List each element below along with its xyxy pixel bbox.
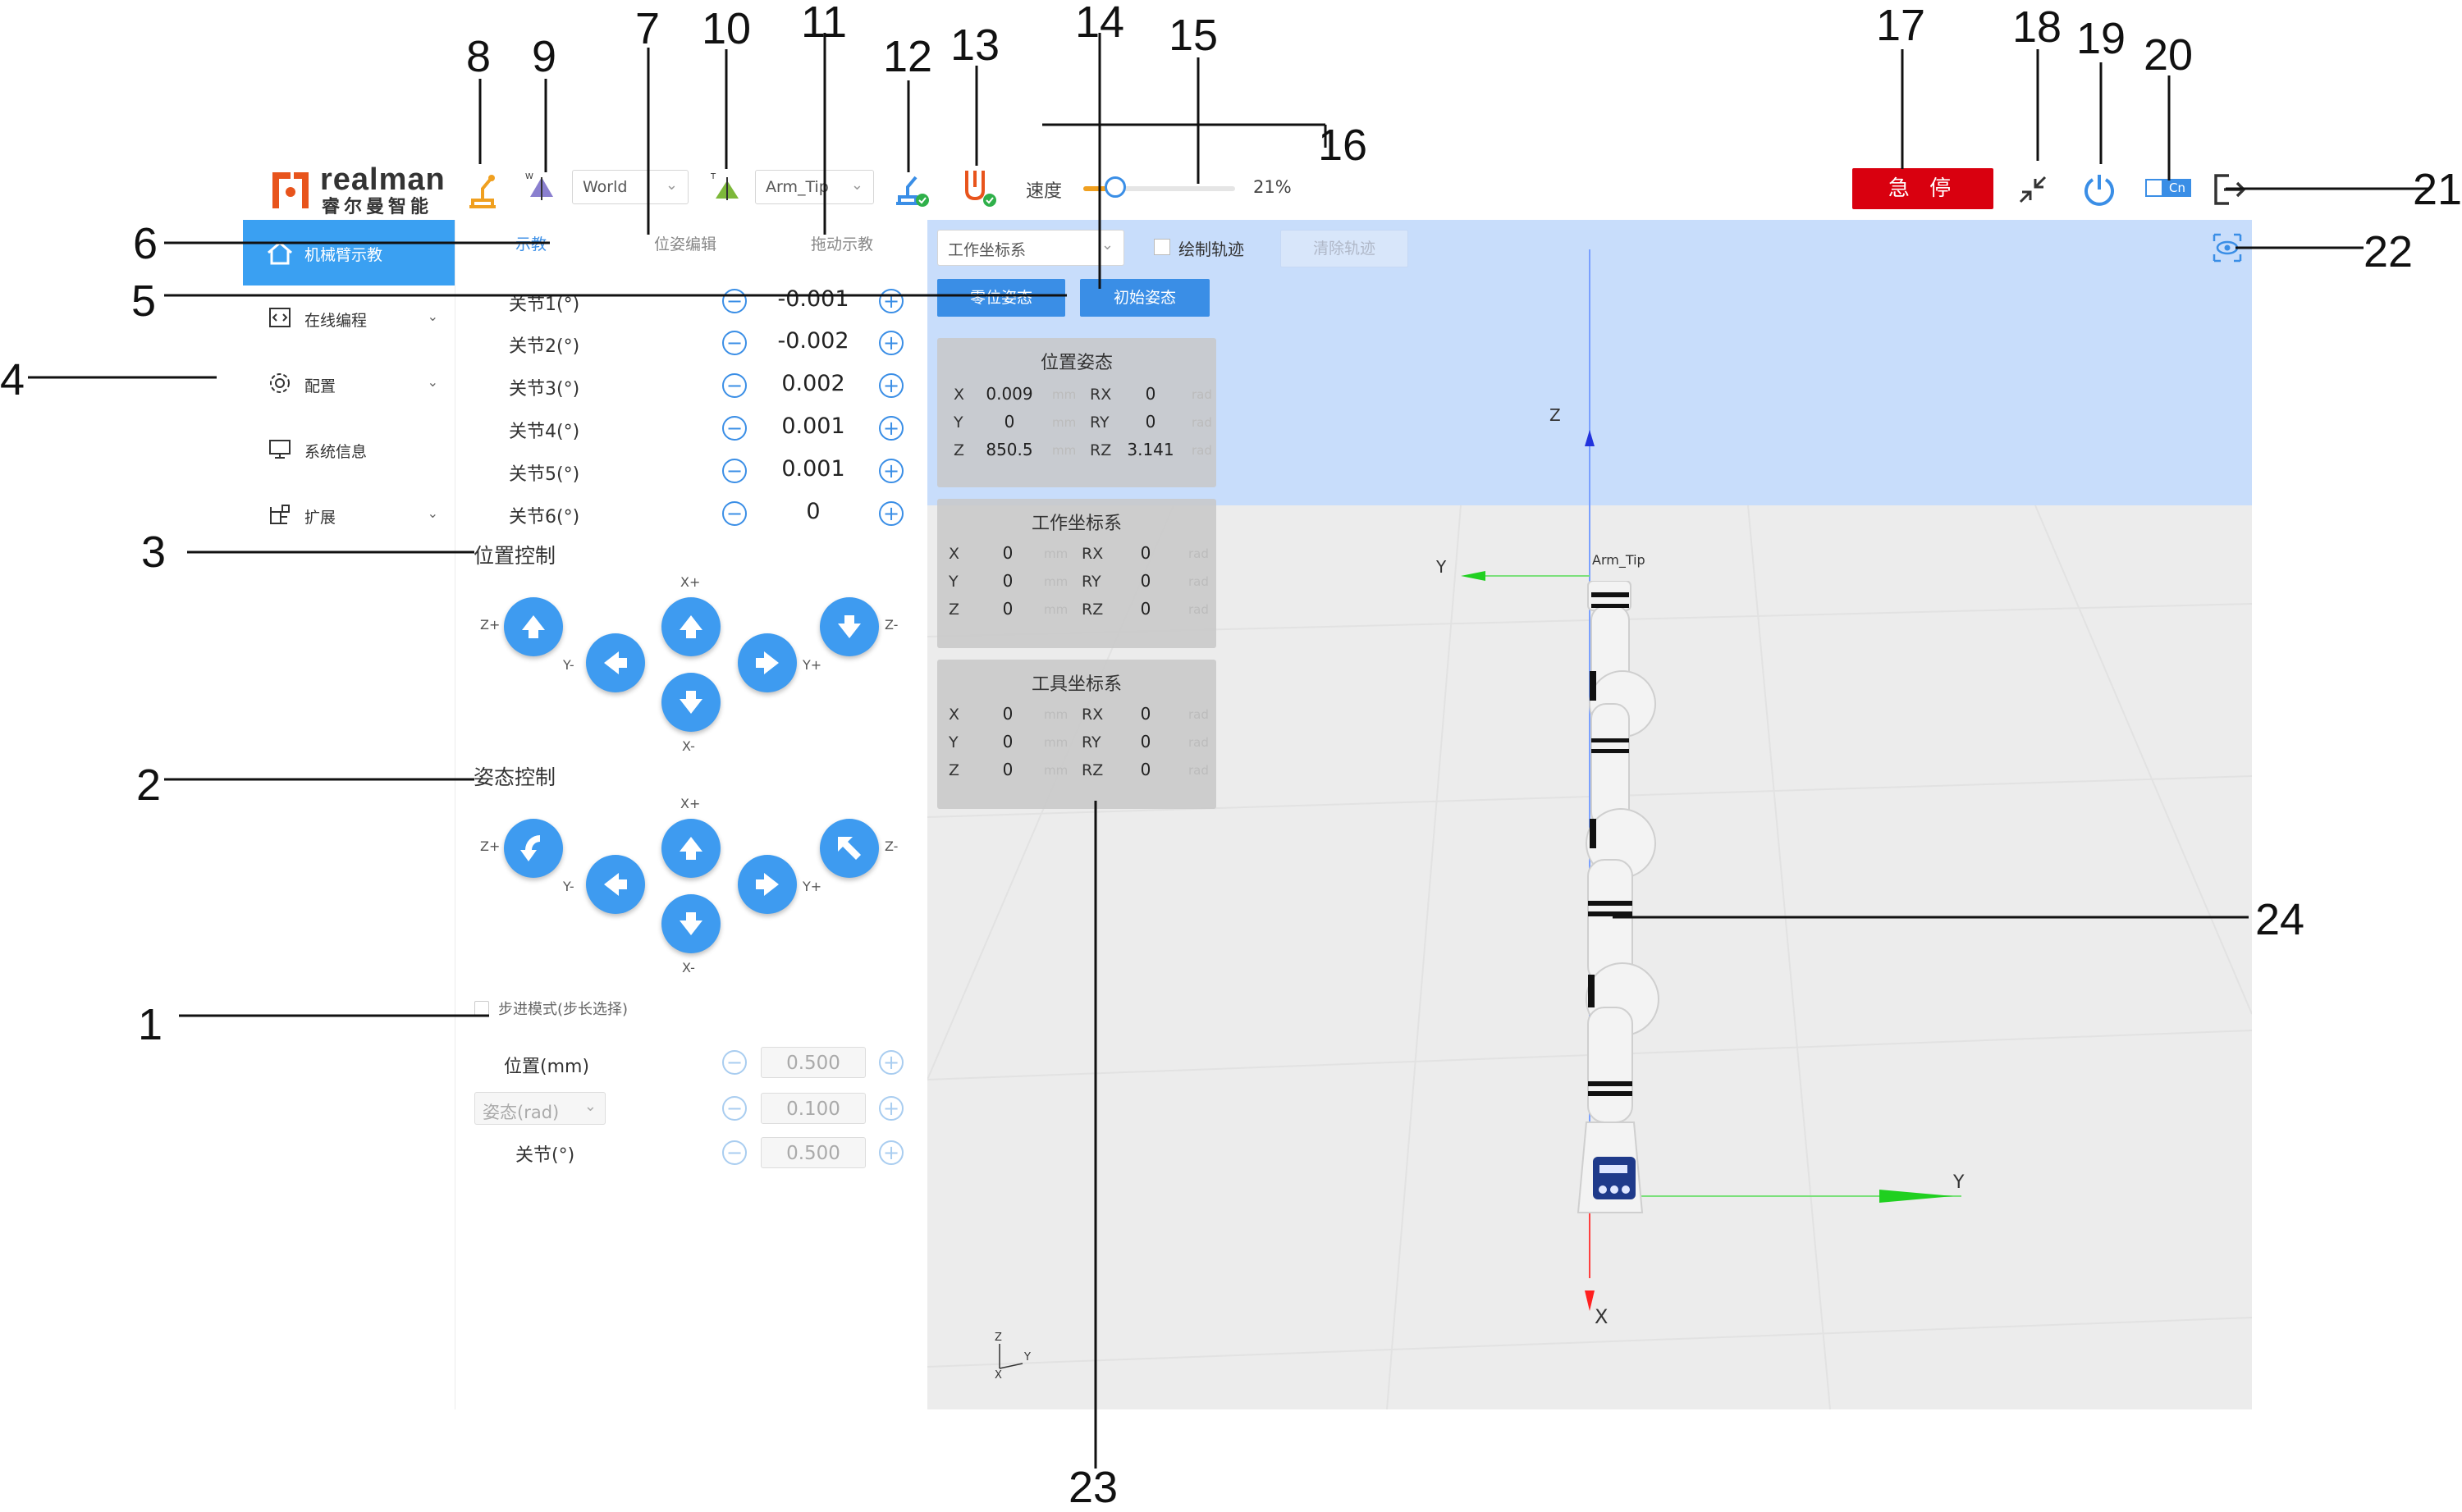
callout-number: 1 [138,1000,163,1049]
callout-lines [28,33,2429,1469]
callout-number: 9 [532,32,557,81]
callout-number: 4 [0,355,25,404]
callout-number: 8 [466,32,492,81]
callout-number: 11 [801,0,848,47]
callout-number: 20 [2144,30,2194,80]
callout-number: 21 [2413,165,2462,214]
callout-number: 2 [136,761,162,810]
callout-number: 16 [1318,121,1368,170]
callout-number: 10 [702,4,752,53]
callout-number: 7 [635,4,661,53]
callout-number: 23 [1069,1463,1119,1512]
callout-number: 14 [1075,0,1125,47]
callout-number: 6 [133,219,158,268]
callout-number: 5 [131,276,157,326]
callout-number: 3 [141,528,167,577]
callout-number: 19 [2076,14,2126,63]
callout-number: 13 [950,21,1000,70]
callout-number: 24 [2255,895,2305,944]
callout-number: 12 [883,32,933,81]
callout-number: 22 [2364,227,2414,276]
callout-number: 18 [2012,2,2062,52]
callout-number: 17 [1876,1,1926,50]
callout-number: 15 [1169,11,1219,60]
